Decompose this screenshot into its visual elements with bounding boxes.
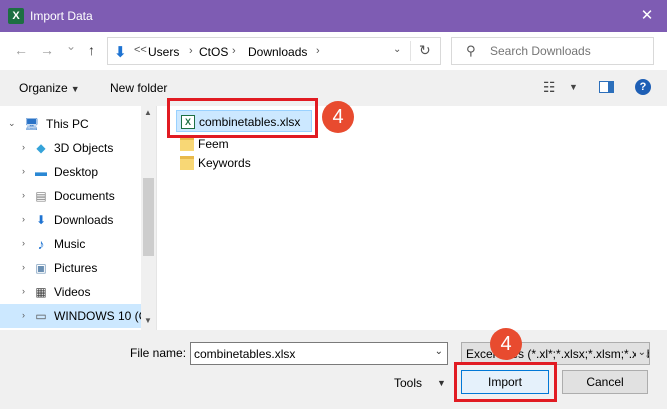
search-input[interactable] [490, 42, 650, 60]
import-highlight-box [454, 362, 557, 402]
folder-icon [180, 156, 194, 170]
document-icon: ▤ [35, 189, 47, 203]
step-badge-import: 4 [490, 328, 522, 360]
sidebar-item-documents[interactable]: › ▤ Documents [0, 184, 141, 208]
new-folder-button[interactable]: New folder [110, 81, 167, 95]
file-name-field[interactable] [194, 345, 424, 362]
chevron-down-icon[interactable]: ▼ [569, 82, 578, 92]
expand-chevron-icon[interactable]: › [22, 310, 25, 320]
cube-icon: ◆ [36, 141, 46, 155]
expand-chevron-icon[interactable]: › [22, 142, 25, 152]
drive-icon: ▭ [35, 309, 47, 323]
title-bar: X Import Data ✕ [0, 0, 667, 32]
scroll-down-icon[interactable]: ▼ [144, 316, 152, 325]
expand-chevron-icon[interactable]: › [22, 190, 25, 200]
music-icon: ♪ [37, 236, 45, 252]
download-icon: ⬇ [35, 213, 47, 227]
address-overflow[interactable]: << [134, 44, 147, 56]
file-name-label: Feem [198, 137, 229, 151]
breadcrumb-separator[interactable]: › [232, 45, 236, 57]
sidebar-item-label: Music [54, 237, 86, 251]
chevron-down-icon: ▼ [70, 84, 80, 94]
downloads-location-icon: ⬇ [114, 44, 127, 61]
expand-chevron-icon[interactable]: › [22, 166, 25, 176]
file-name-label: File name: [130, 346, 187, 360]
sidebar-item-label: 3D Objects [54, 141, 114, 155]
file-item-keywords[interactable]: Keywords [176, 152, 276, 174]
expand-chevron-icon[interactable]: ⌄ [8, 118, 16, 129]
organize-button[interactable]: Organize ▼ [19, 81, 80, 95]
sidebar-item-label: Pictures [54, 261, 98, 275]
breadcrumb-downloads[interactable]: Downloads [248, 45, 307, 59]
sidebar-item-music[interactable]: › ♪ Music [0, 232, 141, 256]
chevron-down-icon[interactable]: ⌄ [393, 44, 401, 55]
refresh-icon[interactable]: ↻ [419, 42, 431, 59]
recent-locations-chevron-icon[interactable]: ⌄ [66, 39, 76, 53]
tools-button[interactable]: Tools [394, 376, 422, 390]
expand-chevron-icon[interactable]: › [22, 214, 25, 224]
desktop-icon: ▬ [35, 165, 47, 179]
preview-pane-icon[interactable] [599, 81, 614, 93]
breadcrumb-users[interactable]: Users [148, 45, 179, 59]
expand-chevron-icon[interactable]: › [22, 262, 25, 272]
folder-icon [180, 137, 194, 151]
search-icon: ⚲ [466, 43, 476, 58]
bottom-panel: File name: ⌄ Excel Files (*.xl*;*.xlsx;*… [0, 330, 667, 409]
step-badge-file: 4 [322, 101, 354, 133]
sidebar-item-3d-objects[interactable]: › ◆ 3D Objects [0, 136, 141, 160]
sidebar-item-label: This PC [46, 117, 89, 131]
breadcrumb-separator[interactable]: › [189, 45, 193, 57]
help-icon[interactable]: ? [635, 79, 651, 95]
excel-icon: X [8, 8, 24, 24]
file-name-combobox[interactable]: ⌄ [190, 342, 448, 365]
navigation-pane: ⌄ 🖥 This PC › ◆ 3D Objects › ▬ Desktop ›… [0, 106, 157, 330]
forward-arrow-icon[interactable]: → [40, 42, 54, 58]
file-highlight-box [167, 98, 318, 138]
expand-chevron-icon[interactable]: › [22, 238, 25, 248]
picture-icon: ▣ [35, 261, 47, 275]
sidebar-item-label: Documents [54, 189, 115, 203]
navigation-bar: ← → ⌄ ↑ ⬇ << Users › CtOS › Downloads › … [0, 32, 667, 70]
expand-chevron-icon[interactable]: › [22, 286, 25, 296]
sidebar-item-label: Videos [54, 285, 91, 299]
sidebar-item-pictures[interactable]: › ▣ Pictures [0, 256, 141, 280]
sidebar-item-this-pc[interactable]: ⌄ 🖥 This PC [0, 112, 141, 136]
back-arrow-icon[interactable]: ← [14, 42, 28, 58]
file-list: X combinetables.xlsx Feem Keywords [158, 106, 667, 330]
cancel-button[interactable]: Cancel [562, 370, 648, 394]
window-title: Import Data [30, 9, 93, 23]
chevron-down-icon[interactable]: ▼ [437, 378, 446, 388]
scrollbar-thumb[interactable] [143, 178, 154, 256]
organize-label: Organize [19, 81, 68, 95]
up-arrow-icon[interactable]: ↑ [88, 42, 95, 58]
breadcrumb-separator[interactable]: › [316, 45, 320, 57]
scroll-up-icon[interactable]: ▲ [144, 108, 152, 117]
breadcrumb-ctos[interactable]: CtOS [199, 45, 228, 59]
chevron-down-icon[interactable]: ⌄ [435, 346, 443, 357]
sidebar-item-videos[interactable]: › ▦ Videos [0, 280, 141, 304]
sidebar-item-label: WINDOWS 10 (C [54, 309, 148, 323]
sidebar-item-label: Desktop [54, 165, 99, 179]
sidebar-item-downloads[interactable]: › ⬇ Downloads [0, 208, 141, 232]
sidebar-item-desktop[interactable]: › ▬ Desktop [0, 160, 141, 184]
computer-icon: 🖥 [24, 117, 40, 131]
close-button[interactable]: ✕ [627, 0, 667, 32]
divider [410, 41, 411, 61]
sidebar-item-windows-drive[interactable]: › ▭ WINDOWS 10 (C [0, 304, 147, 328]
address-bar[interactable]: ⬇ << Users › CtOS › Downloads › ⌄ ↻ [107, 37, 441, 65]
chevron-down-icon[interactable]: ⌄ [635, 347, 646, 358]
video-icon: ▦ [35, 285, 47, 299]
sidebar-item-label: Downloads [54, 213, 114, 227]
view-options-icon[interactable]: ☷ [543, 79, 556, 96]
sidebar-scrollbar[interactable]: ▲ ▼ [141, 106, 156, 330]
file-name-label: Keywords [198, 156, 251, 170]
search-box[interactable]: ⚲ [451, 37, 654, 65]
